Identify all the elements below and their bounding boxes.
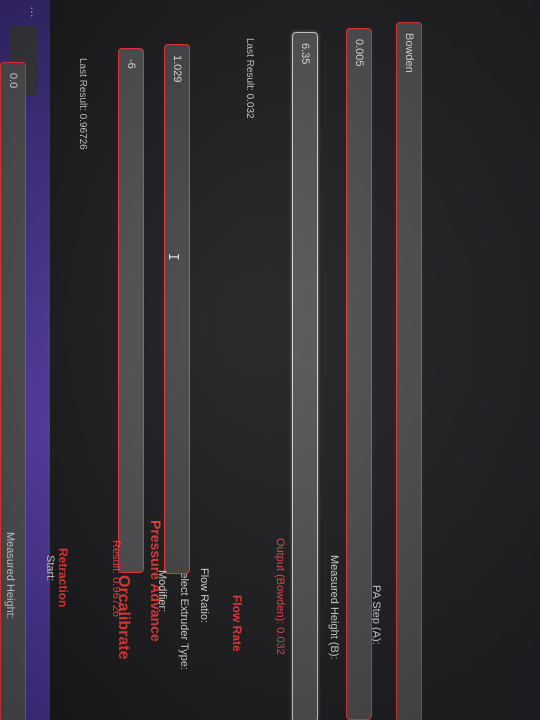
flow-last-result: Last Result: 0.96726: [77, 58, 88, 150]
extruder-type-label: Select Extruder Type:: [178, 565, 190, 670]
more-icon[interactable]: …: [28, 6, 42, 18]
pa-step-input[interactable]: 0.005: [346, 28, 372, 720]
flow-ratio-label: Flow Ratio:: [198, 568, 210, 624]
pa-last-result: Last Result: 0.032: [244, 38, 255, 119]
retraction-measured-height-label: Measured Height:: [4, 532, 16, 619]
text-cursor-icon: I: [165, 253, 180, 261]
section-title-retraction: Retraction: [56, 548, 70, 608]
retraction-start-input[interactable]: 0.0: [0, 62, 26, 720]
modifier-input[interactable]: -6: [118, 48, 144, 573]
section-title-flow-rate: Flow Rate: [230, 595, 244, 652]
pa-output-text: Output (Bowden): 0.032: [274, 538, 286, 655]
app-screen: … Orcalibrate Pressure Advance Select Ex…: [0, 0, 540, 720]
extruder-type-select[interactable]: Bowden: [396, 22, 422, 720]
measured-height-b-input[interactable]: 6.35: [292, 32, 318, 720]
flow-ratio-input[interactable]: 1.029: [164, 44, 190, 574]
modifier-label: Modifier:: [156, 570, 168, 613]
retraction-start-label: Start:: [44, 555, 56, 582]
measured-height-b-label: Measured Height (B):: [328, 555, 340, 660]
flow-result-text: Result: 0.96726: [110, 540, 122, 618]
